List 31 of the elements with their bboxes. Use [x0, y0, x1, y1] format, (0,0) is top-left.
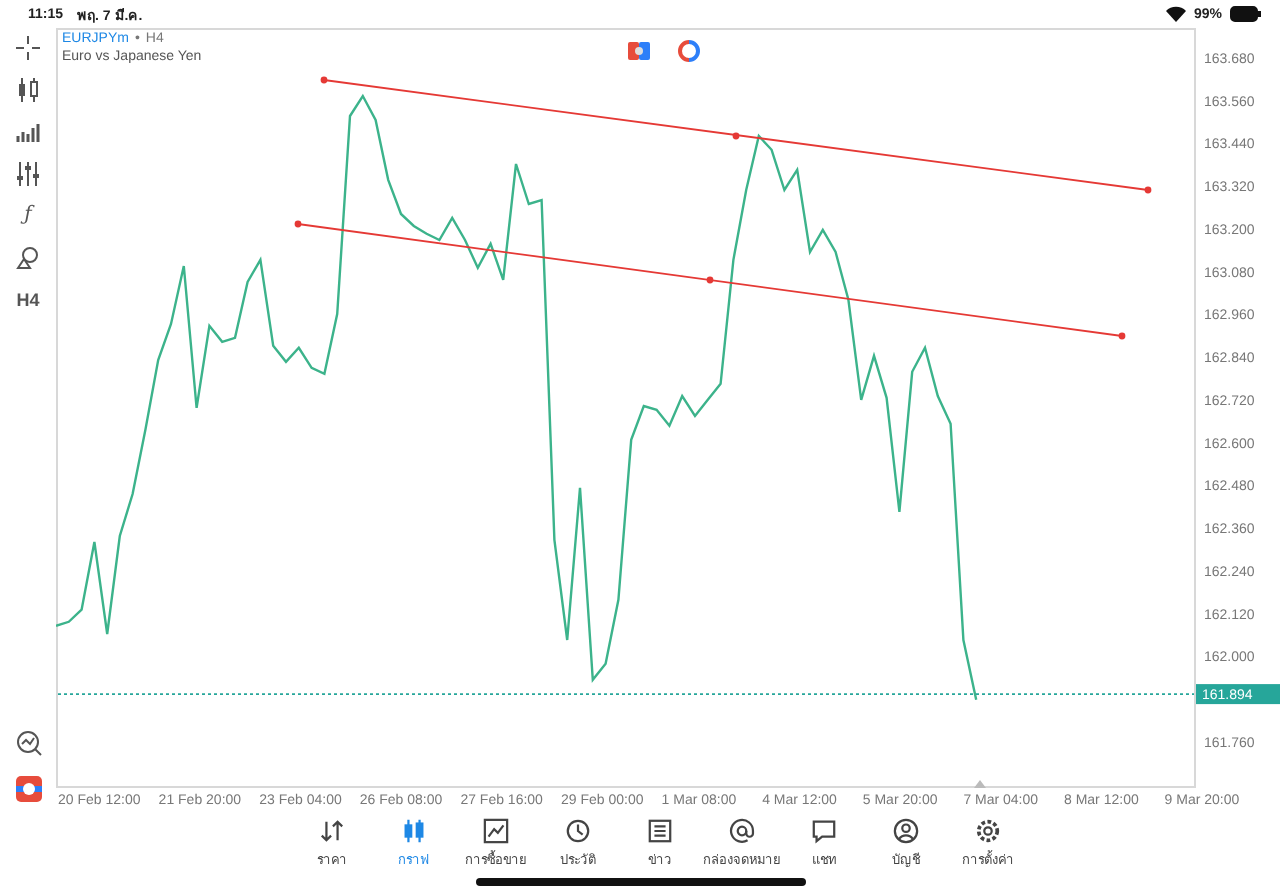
sliders-icon[interactable] — [16, 162, 40, 186]
toolbar-button[interactable]: H4 — [16, 288, 40, 312]
trend-line-handle[interactable] — [294, 220, 302, 228]
wifi-icon — [1165, 6, 1186, 22]
arrows-icon — [318, 818, 346, 844]
app-logo-icon[interactable] — [15, 776, 41, 802]
chat-icon — [810, 818, 838, 844]
chart-search-icon[interactable] — [15, 730, 41, 756]
newspaper-icon — [646, 818, 674, 844]
trend-line-handle[interactable] — [320, 76, 328, 84]
trend-line-handle[interactable] — [706, 276, 714, 284]
chart-icon — [482, 818, 510, 844]
trend-line-handle[interactable] — [1144, 186, 1152, 194]
battery-icon — [1230, 6, 1262, 22]
trend-line-handle[interactable] — [1118, 332, 1126, 340]
toolbar-button[interactable]: ƒ — [24, 204, 32, 228]
trend-line[interactable] — [297, 223, 1123, 337]
clock-icon — [564, 818, 592, 844]
trend-line[interactable] — [323, 79, 1149, 191]
trend-line-handle[interactable] — [732, 132, 740, 140]
triangle-marker-icon — [974, 780, 986, 788]
user-icon — [892, 818, 920, 844]
settings-icon — [974, 818, 1002, 844]
at-sign-icon — [728, 818, 756, 844]
ring-icon[interactable] — [678, 40, 700, 62]
trade-icon[interactable] — [628, 42, 650, 60]
bar-chart-icon[interactable] — [16, 120, 40, 144]
candles-icon — [400, 818, 428, 844]
shapes-icon[interactable] — [16, 246, 40, 270]
candles-icon[interactable] — [16, 78, 40, 102]
crosshair-icon[interactable] — [16, 36, 40, 60]
